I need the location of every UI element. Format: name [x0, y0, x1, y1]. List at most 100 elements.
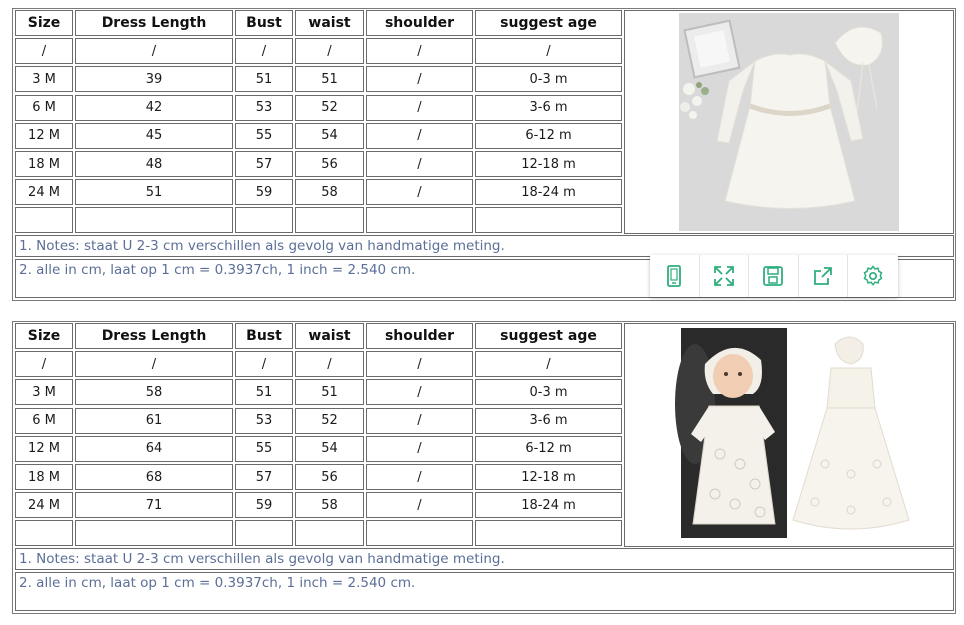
cell-bust: 51	[235, 66, 293, 93]
settings-button[interactable]	[848, 255, 898, 297]
cell-size: 18 M	[15, 151, 73, 177]
cell-bust: /	[235, 351, 293, 378]
cell-shoulder: /	[366, 66, 473, 93]
cell-waist: 58	[295, 179, 364, 206]
cell-size: 24 M	[15, 492, 73, 519]
cell-suggest-age: 6-12 m	[475, 435, 622, 462]
cell-shoulder: /	[366, 492, 473, 519]
cell-waist	[295, 207, 364, 234]
expand-icon	[713, 266, 734, 286]
save-icon	[763, 266, 784, 286]
cell-shoulder: /	[366, 38, 473, 65]
cell-size: 12 M	[15, 122, 73, 149]
cell-dress-length: 51	[75, 179, 233, 206]
cell-shoulder	[366, 207, 473, 234]
cell-shoulder: /	[366, 151, 473, 177]
cell-size: 18 M	[15, 464, 73, 490]
cell-size: 12 M	[15, 435, 73, 462]
share-icon	[814, 267, 832, 285]
phone-view-button[interactable]	[650, 255, 700, 297]
header-suggest-age: suggest age	[475, 10, 622, 36]
cell-dress-length: 45	[75, 122, 233, 149]
product-photo-dress-2	[624, 323, 954, 547]
notes-line-2: 2. alle in cm, laat op 1 cm = 0.3937ch, …	[15, 572, 954, 611]
cell-waist	[295, 520, 364, 547]
settings-icon	[863, 265, 883, 286]
header-bust: Bust	[235, 10, 293, 36]
cell-dress-length: 61	[75, 407, 233, 434]
header-waist: waist	[295, 323, 364, 349]
cell-waist: /	[295, 351, 364, 378]
cell-dress-length: /	[75, 351, 233, 378]
header-shoulder: shoulder	[366, 323, 473, 349]
cell-bust: 57	[235, 151, 293, 177]
cell-size: 24 M	[15, 179, 73, 206]
cell-dress-length	[75, 520, 233, 547]
cell-dress-length	[75, 207, 233, 234]
notes-line-1: 1. Notes: staat U 2-3 cm verschillen als…	[15, 548, 954, 570]
baby-in-christening-gown-image	[675, 328, 910, 538]
cell-waist: 54	[295, 435, 364, 462]
cell-size: /	[15, 351, 73, 378]
cell-bust: 55	[235, 435, 293, 462]
cell-shoulder: /	[366, 464, 473, 490]
cell-waist: 56	[295, 151, 364, 177]
product-photo-dress-1	[624, 10, 954, 234]
cell-dress-length: 71	[75, 492, 233, 519]
cell-dress-length: 58	[75, 379, 233, 406]
cell-shoulder: /	[366, 94, 473, 121]
cell-suggest-age: 18-24 m	[475, 492, 622, 519]
cell-size: /	[15, 38, 73, 65]
cell-suggest-age: 3-6 m	[475, 94, 622, 121]
cell-bust	[235, 207, 293, 234]
cell-waist: 51	[295, 379, 364, 406]
cell-size: 6 M	[15, 407, 73, 434]
cell-size: 3 M	[15, 379, 73, 406]
cell-dress-length: 48	[75, 151, 233, 177]
cell-shoulder: /	[366, 351, 473, 378]
floating-action-toolbar	[650, 255, 898, 297]
cell-bust: 57	[235, 464, 293, 490]
header-waist: waist	[295, 10, 364, 36]
cell-bust: 53	[235, 407, 293, 434]
cell-size: 3 M	[15, 66, 73, 93]
cell-suggest-age: 18-24 m	[475, 179, 622, 206]
header-dress-length: Dress Length	[75, 323, 233, 349]
cell-shoulder: /	[366, 407, 473, 434]
header-size: Size	[15, 10, 73, 36]
cell-bust: 53	[235, 94, 293, 121]
share-button[interactable]	[799, 255, 849, 297]
cell-waist: 56	[295, 464, 364, 490]
cell-suggest-age: 0-3 m	[475, 66, 622, 93]
dress-with-bonnet-image	[679, 13, 899, 231]
cell-bust: 59	[235, 179, 293, 206]
header-size: Size	[15, 323, 73, 349]
cell-shoulder	[366, 520, 473, 547]
header-shoulder: shoulder	[366, 10, 473, 36]
header-bust: Bust	[235, 323, 293, 349]
phone-icon	[667, 265, 682, 287]
expand-button[interactable]	[700, 255, 750, 297]
cell-dress-length: 68	[75, 464, 233, 490]
cell-shoulder: /	[366, 122, 473, 149]
size-chart-block-2: Size Dress Length Bust waist shoulder suggest…	[12, 321, 956, 614]
cell-dress-length: /	[75, 38, 233, 65]
cell-bust	[235, 520, 293, 547]
cell-suggest-age: /	[475, 38, 622, 65]
cell-dress-length: 39	[75, 66, 233, 93]
notes-line-1: 1. Notes: staat U 2-3 cm verschillen als…	[15, 235, 954, 257]
cell-suggest-age: 12-18 m	[475, 151, 622, 177]
cell-waist: 51	[295, 66, 364, 93]
cell-dress-length: 64	[75, 435, 233, 462]
cell-bust: 55	[235, 122, 293, 149]
cell-suggest-age	[475, 520, 622, 547]
cell-waist: 58	[295, 492, 364, 519]
cell-suggest-age: 6-12 m	[475, 122, 622, 149]
cell-bust: /	[235, 38, 293, 65]
save-button[interactable]	[749, 255, 799, 297]
cell-waist: 54	[295, 122, 364, 149]
cell-size	[15, 207, 73, 234]
header-suggest-age: suggest age	[475, 323, 622, 349]
cell-bust: 59	[235, 492, 293, 519]
cell-shoulder: /	[366, 179, 473, 206]
